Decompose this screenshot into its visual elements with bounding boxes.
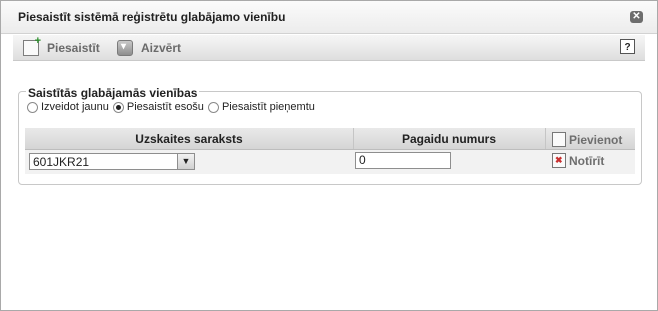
attach-label: Piesaistīt <box>47 40 100 55</box>
radio-attach-received[interactable]: Piesaistīt pieņemtu <box>207 101 315 113</box>
radio-create-new-button[interactable] <box>27 101 38 113</box>
help-icon[interactable]: ? <box>620 39 635 54</box>
attach-icon <box>23 35 41 56</box>
list-select[interactable]: 601JKR21 ▼ <box>29 153 195 170</box>
mode-radio-group: Izveidot jaunu Piesaistīt esošu Piesaist… <box>27 101 319 113</box>
clear-label: Notīrīt <box>569 153 605 168</box>
column-header-temp-number: Pagaidu numurs <box>401 132 496 146</box>
close-dialog-button[interactable]: Aizvērt <box>117 38 181 57</box>
linked-units-legend: Saistītās glabājamās vienības <box>26 86 200 100</box>
dialog-titlebar: Piesaistīt sistēmā reģistrētu glabājamo … <box>1 1 657 34</box>
column-header-list: Uzskaites saraksts <box>135 132 243 146</box>
radio-create-new[interactable]: Izveidot jaunu <box>27 101 109 113</box>
radio-attach-received-button[interactable] <box>207 101 219 113</box>
add-label: Pievienot <box>569 132 623 147</box>
radio-attach-existing-label: Piesaistīt esošu <box>126 101 204 113</box>
close-dialog-label: Aizvērt <box>141 40 182 55</box>
clear-button[interactable]: Notīrīt <box>552 153 604 168</box>
attach-button[interactable]: Piesaistīt <box>23 35 100 57</box>
clear-icon <box>552 153 566 168</box>
close-dialog-icon <box>117 39 133 56</box>
add-icon <box>552 132 566 147</box>
temp-number-input[interactable]: 0 <box>355 152 451 169</box>
grid-header: Uzskaites saraksts Pagaidu numurs <box>25 128 635 150</box>
radio-attach-existing[interactable]: Piesaistīt esošu <box>112 101 204 113</box>
radio-attach-received-label: Piesaistīt pieņemtu <box>221 101 315 113</box>
close-icon[interactable]: ✕ <box>630 11 643 23</box>
radio-create-new-label: Izveidot jaunu <box>41 101 109 113</box>
column-divider <box>545 128 546 149</box>
list-select-value: 601JKR21 <box>33 155 90 169</box>
add-button[interactable]: Pievienot <box>552 132 622 147</box>
dialog-window: Piesaistīt sistēmā reģistrētu glabājamo … <box>0 0 658 311</box>
radio-attach-existing-button[interactable] <box>112 101 124 113</box>
chevron-down-icon[interactable]: ▼ <box>177 154 194 169</box>
toolbar: Piesaistīt Aizvērt ? <box>13 35 645 61</box>
dialog-title: Piesaistīt sistēmā reģistrētu glabājamo … <box>18 10 286 24</box>
